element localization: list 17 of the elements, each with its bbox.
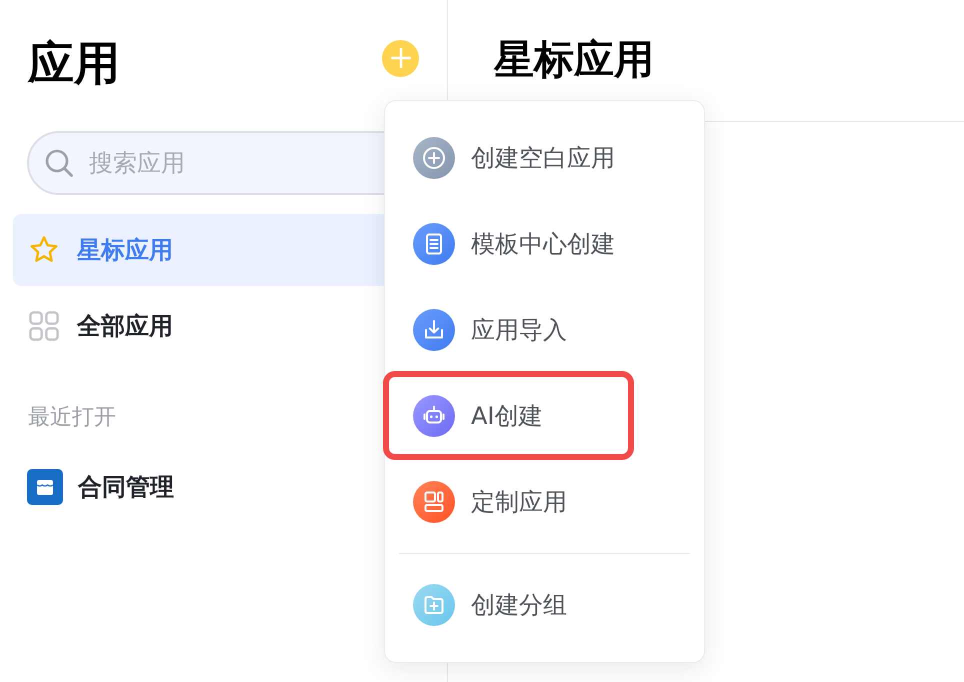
add-button[interactable] [382,40,419,76]
plus-circle-icon [413,137,455,179]
page-title: 星标应用 [494,40,654,80]
download-icon [413,309,455,351]
grid-icon [29,311,59,341]
section-heading: 最近打开 [27,404,117,432]
menu-item[interactable]: 创建分组 [385,562,704,648]
robot-icon [413,395,455,437]
star-icon [29,235,59,265]
plus-icon [390,48,410,68]
layout-icon [413,481,455,523]
document-icon [413,223,455,265]
search-icon [45,149,73,177]
app-icon [27,469,63,505]
menu-item[interactable]: AI创建 [385,373,704,459]
sidebar-title: 应用 [28,40,120,86]
folder-plus-icon [413,584,455,626]
